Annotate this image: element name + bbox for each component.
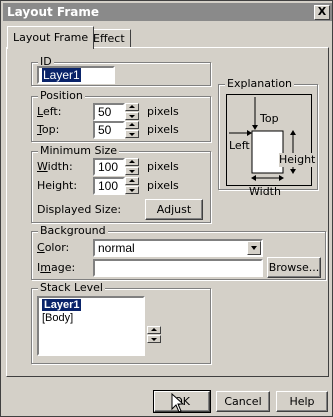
stack-level-label: Stack Level <box>38 281 105 294</box>
width-spin-up[interactable] <box>125 158 139 166</box>
top-spin-up[interactable] <box>125 121 139 129</box>
height-unit: pixels <box>147 179 179 192</box>
width-spinner[interactable] <box>125 158 139 175</box>
left-label-rest: eft: <box>42 105 62 118</box>
top-label: Top: <box>37 123 60 136</box>
stack-move-down[interactable] <box>147 335 161 343</box>
stack-level-list[interactable]: Layer1 [Body] <box>37 296 145 356</box>
height-spin-down[interactable] <box>125 186 139 194</box>
stack-move-up[interactable] <box>147 326 161 334</box>
color-label-rest: olor: <box>44 241 70 254</box>
background-label: Background <box>38 224 108 237</box>
diagram-left-label: Left <box>229 139 250 152</box>
list-item[interactable]: [Body] <box>42 312 73 324</box>
height-input[interactable]: 100 <box>93 177 125 195</box>
minimum-size-label: Minimum Size <box>38 144 120 157</box>
left-label: Left: <box>37 105 62 118</box>
id-value: Layer1 <box>42 68 81 82</box>
left-unit: pixels <box>147 105 179 118</box>
width-spin-down[interactable] <box>125 167 139 175</box>
id-field[interactable]: Layer1 <box>37 66 115 84</box>
stack-level-spinner[interactable] <box>147 326 161 344</box>
left-spin-up[interactable] <box>125 103 139 111</box>
height-label: Height: <box>37 179 78 192</box>
top-spinner[interactable] <box>125 121 139 138</box>
displayed-size-label: Displayed Size: <box>37 203 122 216</box>
adjust-button[interactable]: Adjust <box>145 199 203 220</box>
color-select[interactable]: normal <box>93 239 263 257</box>
window-title: Layout Frame <box>7 5 99 19</box>
width-unit: pixels <box>147 160 179 173</box>
color-label: Color: <box>37 241 70 254</box>
title-bar[interactable]: Layout Frame X <box>3 3 332 21</box>
list-item[interactable]: Layer1 <box>42 299 82 311</box>
left-spin-down[interactable] <box>125 112 139 120</box>
help-button[interactable]: Help <box>276 391 328 412</box>
left-input[interactable]: 50 <box>93 103 125 121</box>
top-spin-down[interactable] <box>125 130 139 138</box>
tab-panel: ID Layer1 Position Left: 50 pixels Top: … <box>6 47 329 377</box>
width-label: Width: <box>37 160 73 173</box>
close-icon[interactable]: X <box>314 5 330 20</box>
diagram-width-label: Width <box>249 185 281 198</box>
diagram-top-label: Top <box>260 112 279 126</box>
left-spinner[interactable] <box>125 103 139 120</box>
tab-layout-frame[interactable]: Layout Frame <box>7 26 95 49</box>
top-label-rest: op: <box>41 123 60 136</box>
chevron-down-icon[interactable] <box>247 241 261 255</box>
width-label-rest: idth: <box>47 160 73 173</box>
explanation-diagram: Top Left Height <box>226 94 316 186</box>
cancel-button[interactable]: Cancel <box>216 391 270 412</box>
image-input[interactable] <box>93 259 263 277</box>
top-unit: pixels <box>147 123 179 136</box>
layout-frame-dialog: Layout Frame X Layout Frame Effect ID La… <box>0 0 333 417</box>
explanation-label: Explanation <box>225 77 295 90</box>
top-input[interactable]: 50 <box>93 121 125 139</box>
image-label: Image: <box>37 261 76 274</box>
position-group-label: Position <box>38 89 85 102</box>
image-label-rest: age: <box>50 261 76 274</box>
height-spinner[interactable] <box>125 177 139 194</box>
color-value: normal <box>98 241 135 255</box>
width-input[interactable]: 100 <box>93 158 125 176</box>
height-spin-up[interactable] <box>125 177 139 185</box>
diagram-height-label: Height <box>279 153 316 167</box>
browse-button[interactable]: Browse... <box>267 257 321 278</box>
mouse-pointer-icon <box>171 393 185 413</box>
